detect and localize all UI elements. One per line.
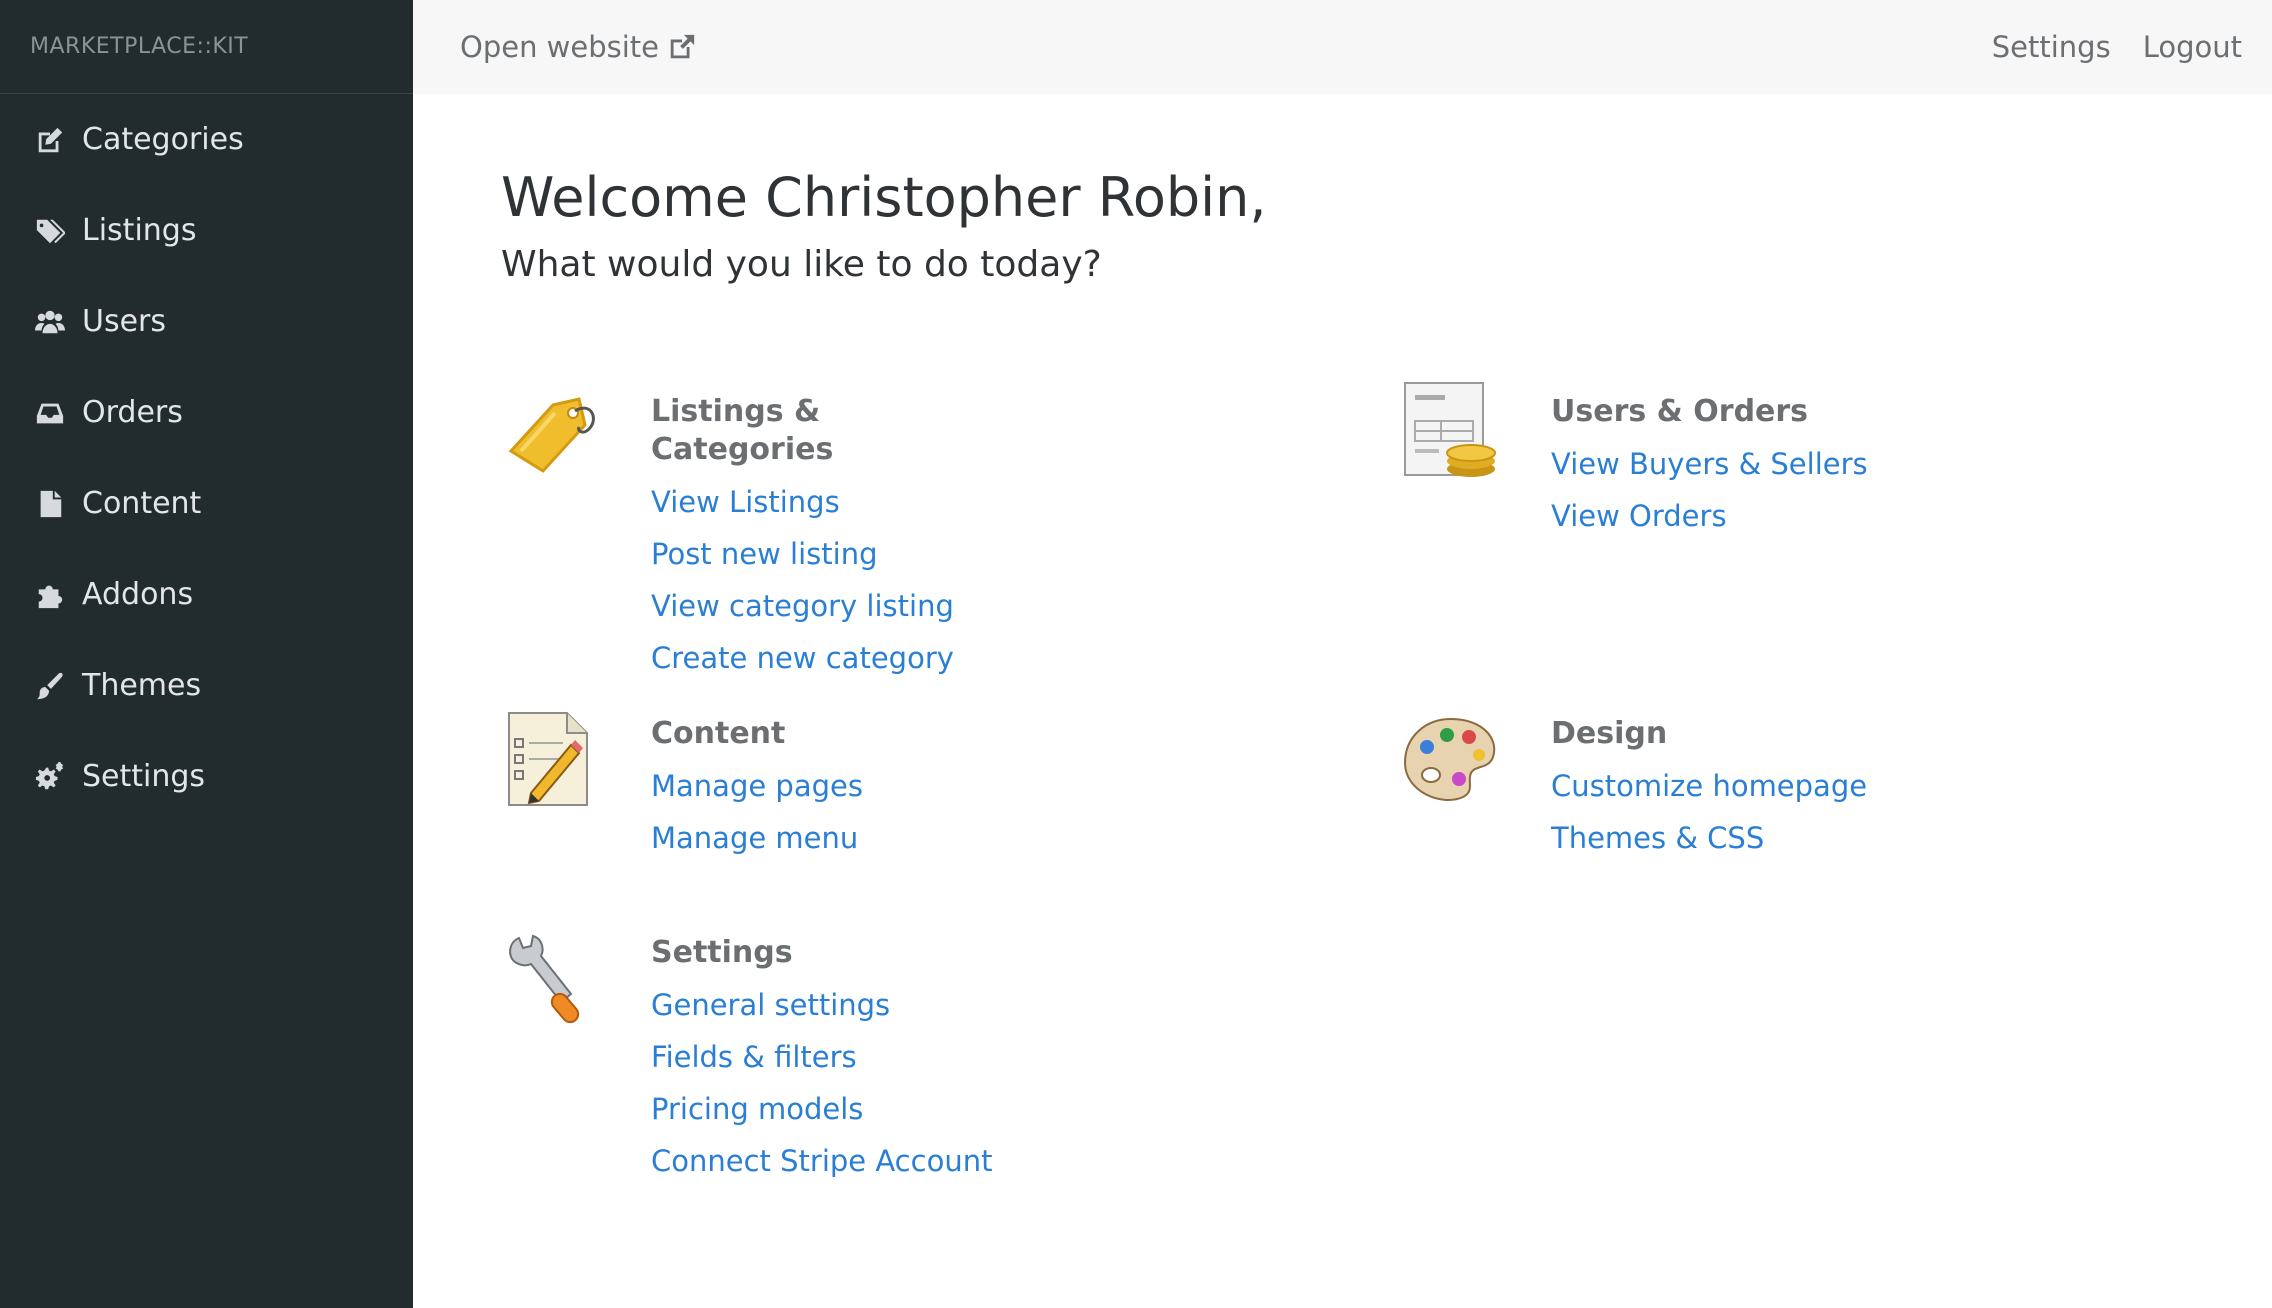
file-icon — [34, 488, 66, 520]
page-subtitle: What would you like to do today? — [501, 244, 1102, 285]
price-tag-icon — [508, 397, 595, 473]
section-title: Users & Orders — [1551, 394, 1809, 429]
view-category-listing-link[interactable]: View category listing — [651, 587, 954, 625]
sidebar: MARKETPLACE::KIT Categories Listings Use… — [0, 0, 413, 1308]
topbar-actions: Settings Logout — [1992, 30, 2242, 64]
wrench-icon — [509, 934, 580, 1024]
page-title: Welcome Christopher Robin, — [501, 166, 1267, 229]
sidebar-item-label: Addons — [82, 577, 194, 612]
brand-logo[interactable]: MARKETPLACE::KIT — [0, 0, 413, 94]
view-orders-link[interactable]: View Orders — [1551, 497, 1868, 535]
sidebar-item-themes[interactable]: Themes — [0, 640, 413, 731]
invoice-coins-icon — [1404, 382, 1496, 477]
edit-icon — [34, 124, 66, 156]
sidebar-item-label: Settings — [82, 759, 206, 794]
sidebar-item-label: Orders — [82, 395, 183, 430]
create-new-category-link[interactable]: Create new category — [651, 639, 954, 677]
open-website-link[interactable]: Open website — [460, 30, 697, 64]
sidebar-item-label: Users — [82, 304, 167, 339]
customize-homepage-link[interactable]: Customize homepage — [1551, 767, 1867, 805]
section-title: Settings — [651, 935, 793, 970]
sidebar-item-label: Content — [82, 486, 202, 521]
paint-palette-icon — [1403, 717, 1496, 801]
main-content: Welcome Christopher Robin, What would yo… — [413, 94, 2272, 1308]
general-settings-link[interactable]: General settings — [651, 986, 992, 1024]
sidebar-item-label: Listings — [82, 213, 197, 248]
sidebar-item-content[interactable]: Content — [0, 458, 413, 549]
open-website-label: Open website — [460, 30, 660, 64]
external-link-icon — [670, 34, 695, 59]
post-new-listing-link[interactable]: Post new listing — [651, 535, 954, 573]
brush-icon — [34, 670, 66, 702]
section-title: Content — [651, 716, 786, 751]
sidebar-item-categories[interactable]: Categories — [0, 94, 413, 185]
sidebar-item-addons[interactable]: Addons — [0, 549, 413, 640]
sidebar-item-label: Categories — [82, 122, 244, 157]
sidebar-nav: Categories Listings Users Orders Content — [0, 94, 413, 822]
sidebar-item-label: Themes — [82, 668, 202, 703]
logout-link[interactable]: Logout — [2143, 30, 2242, 64]
puzzle-icon — [34, 579, 66, 611]
section-title: Design — [1551, 716, 1668, 751]
view-buyers-sellers-link[interactable]: View Buyers & Sellers — [1551, 445, 1868, 483]
view-listings-link[interactable]: View Listings — [651, 483, 954, 521]
manage-menu-link[interactable]: Manage menu — [651, 819, 863, 857]
sidebar-item-users[interactable]: Users — [0, 276, 413, 367]
sidebar-item-settings[interactable]: Settings — [0, 731, 413, 822]
inbox-icon — [34, 397, 66, 429]
notepad-pencil-icon — [508, 712, 588, 806]
sidebar-item-listings[interactable]: Listings — [0, 185, 413, 276]
users-icon — [34, 306, 66, 338]
section-title: Listings & Categories — [651, 394, 834, 467]
pricing-models-link[interactable]: Pricing models — [651, 1090, 992, 1128]
tags-icon — [34, 215, 66, 247]
sidebar-item-orders[interactable]: Orders — [0, 367, 413, 458]
gears-icon — [34, 761, 66, 793]
topbar: Open website Settings Logout — [413, 0, 2272, 94]
themes-css-link[interactable]: Themes & CSS — [1551, 819, 1867, 857]
connect-stripe-link[interactable]: Connect Stripe Account — [651, 1142, 992, 1180]
settings-link[interactable]: Settings — [1992, 30, 2111, 64]
fields-filters-link[interactable]: Fields & filters — [651, 1038, 992, 1076]
manage-pages-link[interactable]: Manage pages — [651, 767, 863, 805]
